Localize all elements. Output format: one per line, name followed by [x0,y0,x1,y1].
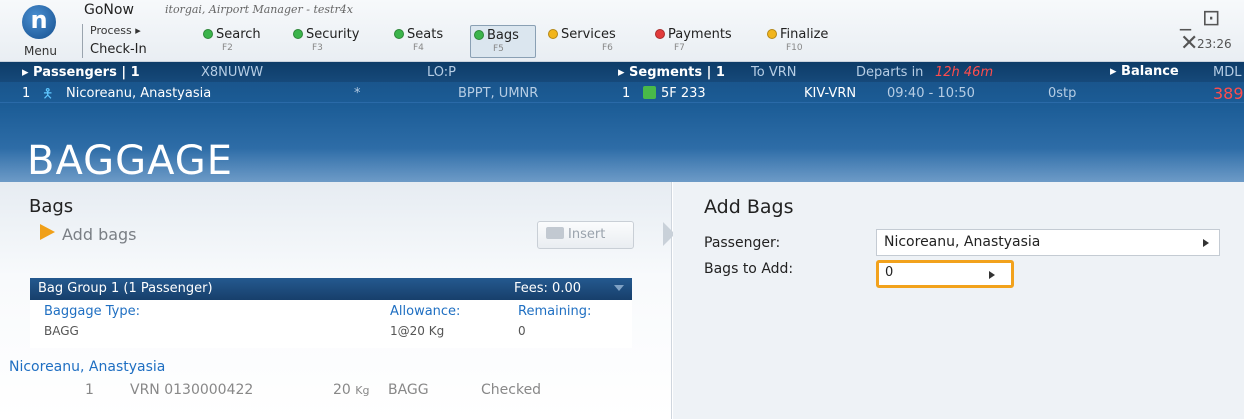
bag-group-fees: Fees: 0.00 [514,281,581,296]
chevron-right-icon[interactable] [40,224,55,240]
process-dropdown[interactable]: Process ▸ [90,24,141,37]
step-security[interactable]: Security F3 [290,25,362,58]
status-dot-icon [474,30,484,40]
bag-weight-value: 20 [333,382,351,398]
process-value: Check-In [90,42,147,57]
step-search[interactable]: Search F2 [200,25,264,58]
balance-header[interactable]: ▸ Balance [1110,64,1179,79]
bags-to-add-value: 0 [885,265,894,280]
add-bags-panel: Add Bags Passenger: Nicoreanu, Anastyasi… [673,182,1244,419]
passenger-flag: * [354,86,361,101]
bag-group-body: Baggage Type: Allowance: Remaining: BAGG… [30,300,632,348]
status-dot-icon [203,29,213,39]
bag-group-header[interactable]: Bag Group 1 (1 Passenger) Fees: 0.00 [30,278,632,300]
passenger-ssr-codes: BPPT, UMNR [458,86,539,101]
chevron-down-icon[interactable] [614,285,624,291]
bag-group-title: Bag Group 1 (1 Passenger) [38,281,213,296]
bag-weight: 20 Kg [333,382,369,398]
step-label: Payments [668,27,732,42]
segments-header[interactable]: ▸ Segments | 1 [618,65,725,80]
shortcut-key: F2 [222,43,233,53]
status-dot-icon [394,29,404,39]
step-label: Security [306,27,360,42]
clock: 23:26 [1197,37,1232,51]
add-bags-title: Add Bags [704,196,794,218]
stops: 0stp [1048,86,1077,101]
shortcut-key: F7 [674,43,685,53]
step-payments[interactable]: Payments F7 [652,25,735,58]
divider [82,24,83,58]
allowance-label: Allowance: [390,304,461,319]
balance-value: 389 [1213,84,1244,103]
step-bags[interactable]: Bags F5 [470,25,536,58]
baggage-type-label: Baggage Type: [44,304,140,319]
step-label: Seats [407,27,444,42]
shortcut-key: F3 [312,43,323,53]
passengers-header[interactable]: ▸ Passengers | 1 [22,65,140,80]
baggage-type-value: BAGG [44,324,79,338]
insert-label: Insert [568,227,606,242]
add-bags-link[interactable]: Add bags [62,225,137,244]
menu-label[interactable]: Menu [24,44,57,58]
page-title: BAGGAGE [27,138,234,184]
person-icon: 🯅 [42,87,54,102]
step-label: Bags [487,28,519,43]
caret-right-icon[interactable] [989,271,995,279]
status-dot-icon [655,29,665,39]
bag-status: Checked [481,382,542,398]
caret-right-icon[interactable] [1203,239,1209,247]
shortcut-key: F5 [493,44,504,54]
checked-in-icon [643,86,656,99]
bags-title: Bags [29,196,74,217]
departs-label: Departs in [856,65,924,80]
app-logo-menu-button[interactable]: n [22,5,56,39]
departs-countdown: 12h 46m [935,65,994,80]
shortcut-key: F4 [413,43,424,53]
remaining-value: 0 [518,324,526,338]
destination: To VRN [751,65,797,80]
insert-button[interactable]: Insert [537,221,634,249]
shortcut-key: F6 [602,43,613,53]
segment-index: 1 [622,86,631,101]
lo-code: LO:P [427,65,457,80]
step-label: Services [561,27,616,42]
step-finalize[interactable]: Finalize F10 [764,25,831,58]
reservation-info-band: ▸ Passengers | 1 X8NUWW LO:P ▸ Segments … [0,62,1244,182]
step-label: Search [216,27,261,42]
passenger-select-value: Nicoreanu, Anastyasia [884,234,1041,250]
passenger-name[interactable]: Nicoreanu, Anastyasia [66,86,211,101]
passenger-link[interactable]: Nicoreanu, Anastyasia [9,359,165,375]
bag-weight-unit: Kg [355,384,370,397]
allowance-value: 1@20 Kg [390,324,445,338]
divider [0,102,1244,103]
pnr-code: X8NUWW [201,65,264,80]
step-label: Finalize [780,27,829,42]
remaining-label: Remaining: [518,304,592,319]
bag-type: BAGG [388,382,429,398]
flight-time: 09:40 - 10:50 [887,86,975,101]
passenger-label: Passenger: [704,235,781,251]
bags-panel: Bags Add bags Insert Bag Group 1 (1 Pass… [0,182,672,419]
flight-number[interactable]: 5F 233 [661,86,706,101]
status-dot-icon [548,29,558,39]
status-dot-icon [767,29,777,39]
bags-to-add-stepper[interactable]: 0 [876,260,1014,288]
top-toolbar: n Menu GoNow itorgai, Airport Manager - … [0,0,1244,62]
bag-tag-number[interactable]: VRN 0130000422 [130,382,253,398]
app-title: GoNow [84,2,134,18]
status-dot-icon [293,29,303,39]
shortcut-key: F10 [786,43,803,53]
step-seats[interactable]: Seats F4 [391,25,446,58]
step-services[interactable]: Services F6 [545,25,619,58]
balance-currency: MDL [1213,65,1242,80]
passenger-index: 1 [22,86,31,101]
app-subtitle: itorgai, Airport Manager - testr4x [165,3,353,16]
insert-icon [546,227,564,239]
bag-index: 1 [85,382,94,398]
route: KIV-VRN [804,86,857,101]
passenger-select[interactable]: Nicoreanu, Anastyasia [876,229,1220,256]
bags-to-add-label: Bags to Add: [704,261,794,277]
